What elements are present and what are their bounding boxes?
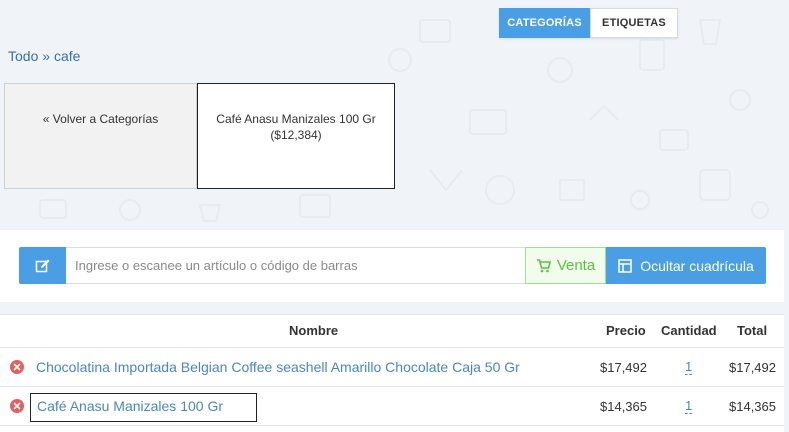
hide-grid-button[interactable]: Ocultar cuadrícula (606, 247, 766, 284)
search-input[interactable] (66, 247, 526, 284)
view-toggle: CATEGORÍAS ETIQUETAS (499, 8, 678, 38)
venta-label: Venta (556, 257, 596, 274)
header-quantity: Cantidad (661, 323, 717, 338)
item-price: $17,492 (600, 360, 647, 375)
table-row: Café Anasu Manizales 100 Gr $14,365 1 $1… (0, 387, 784, 426)
edit-button[interactable] (19, 247, 66, 284)
header-price: Precio (606, 323, 646, 338)
header-name: Nombre (289, 323, 339, 338)
item-quantity[interactable]: 1 (685, 360, 693, 375)
breadcrumb-current[interactable]: cafe (54, 48, 80, 64)
product-tile[interactable]: Café Anasu Manizales 100 Gr ($12,384) (197, 83, 395, 189)
product-tile-name: Café Anasu Manizales 100 Gr (216, 112, 376, 126)
product-tile-price: ($12,384) (270, 128, 322, 142)
item-total: $17,492 (729, 360, 776, 375)
table-row: Chocolatina Importada Belgian Coffee sea… (0, 348, 784, 387)
remove-icon[interactable] (10, 360, 24, 374)
item-total: $14,365 (729, 399, 776, 414)
grid-icon (618, 258, 632, 273)
breadcrumb-separator: » (42, 48, 51, 64)
remove-icon[interactable] (10, 399, 24, 413)
back-to-categories-tile[interactable]: « Volver a Categorías (4, 83, 197, 189)
breadcrumb-root[interactable]: Todo (8, 48, 38, 64)
table-header: Nombre Precio Cantidad Total (0, 315, 784, 348)
hide-grid-label: Ocultar cuadrícula (640, 257, 754, 274)
item-price: $14,365 (600, 399, 647, 414)
cart-icon (536, 258, 551, 272)
tab-categories[interactable]: CATEGORÍAS (499, 8, 590, 38)
cart-table: Nombre Precio Cantidad Total Chocolatina… (0, 314, 784, 432)
edit-icon (35, 259, 49, 272)
venta-button[interactable]: Venta (525, 247, 606, 284)
header-total: Total (737, 323, 768, 338)
breadcrumb: Todo » cafe (8, 48, 80, 64)
tab-tags[interactable]: ETIQUETAS (590, 8, 678, 38)
item-name[interactable]: Chocolatina Importada Belgian Coffee sea… (36, 359, 520, 375)
item-name[interactable]: Café Anasu Manizales 100 Gr (30, 393, 257, 422)
back-to-categories-label: « Volver a Categorías (42, 112, 159, 126)
item-quantity[interactable]: 1 (685, 399, 693, 414)
